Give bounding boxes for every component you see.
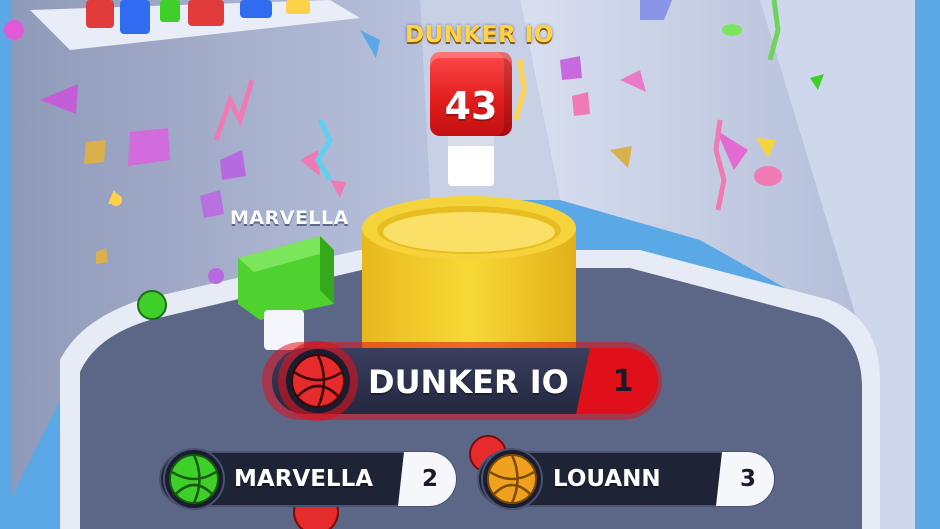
leaderboard-name-2: MARVELLA [234,466,374,492]
leaderboard-rank-1: 1 [612,364,634,399]
top-player-body [448,136,494,186]
leaderboard-rank-3: 3 [739,466,756,492]
basketball-icon [291,354,345,408]
leaderboard-name-1: DUNKER IO [368,363,569,401]
leaderboard-name-3: LOUANN [553,466,661,492]
basketball-icon [487,454,537,504]
top-player-score: 43 [444,84,498,128]
opponent-player-label: MARVELLA [230,207,349,229]
leaderboard-rank-2: 2 [421,466,438,492]
basketball-icon [169,454,219,504]
top-player-label: DUNKER IO [405,22,554,48]
